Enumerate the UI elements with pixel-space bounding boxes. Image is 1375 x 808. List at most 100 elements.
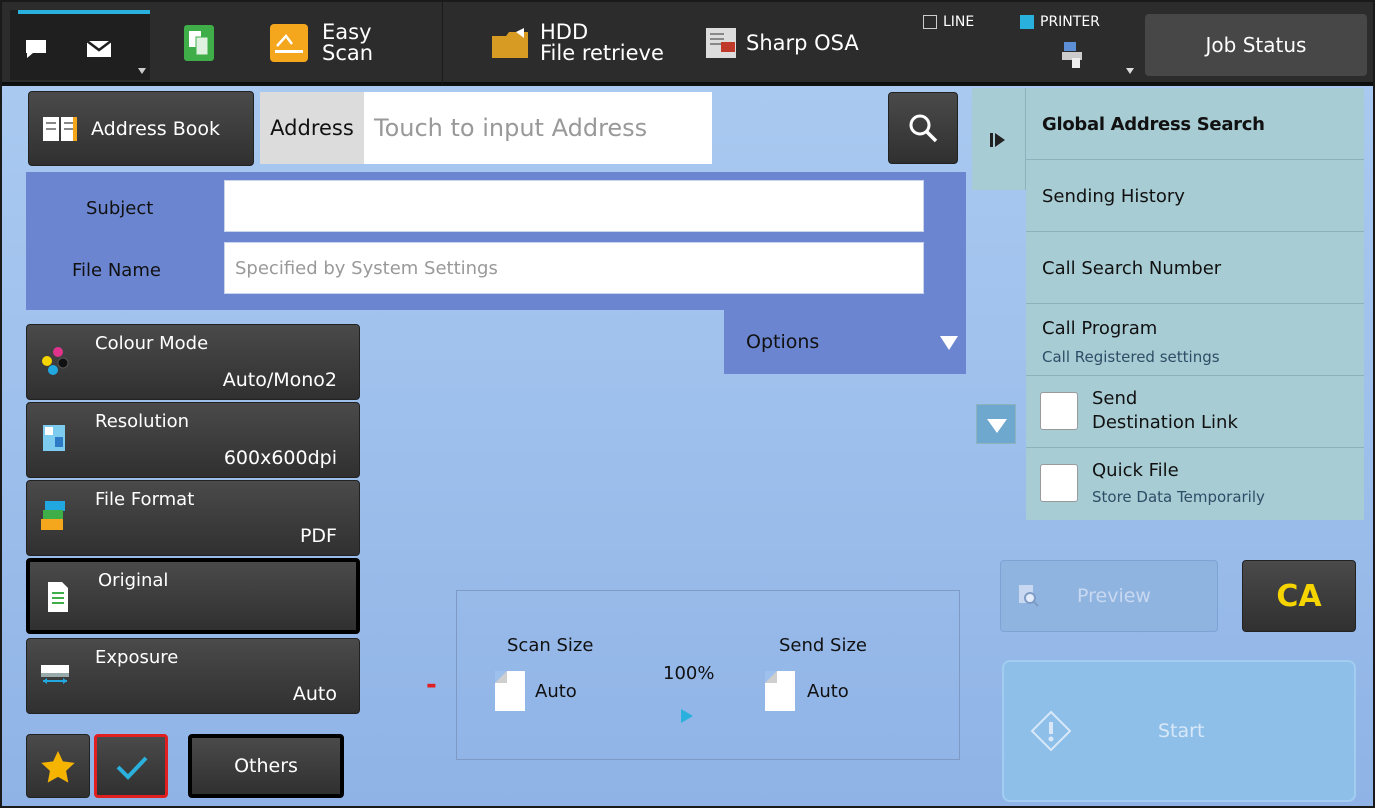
global-address-search-label: Global Address Search <box>1042 114 1265 135</box>
others-button[interactable]: Others <box>188 734 344 798</box>
file-name-field[interactable]: Specified by System Settings <box>224 242 924 294</box>
exposure-button[interactable]: Exposure Auto <box>26 638 360 714</box>
chat-icon[interactable] <box>24 38 48 60</box>
send-destination-link-item[interactable]: Send Destination Link <box>1026 376 1364 448</box>
hdd-file-retrieve-button[interactable]: HDD File retrieve <box>492 2 664 84</box>
call-program-item[interactable]: Call Program Call Registered settings <box>1026 304 1364 376</box>
job-status-button[interactable]: Job Status <box>1145 14 1367 76</box>
sending-history-label: Sending History <box>1042 186 1185 207</box>
start-button[interactable]: Start <box>1002 660 1356 802</box>
line-status-box <box>923 15 937 29</box>
call-search-number-label: Call Search Number <box>1042 258 1222 279</box>
resolution-title: Resolution <box>95 411 190 432</box>
send-destination-link-label-2: Destination Link <box>1092 412 1238 433</box>
favourite-button[interactable] <box>26 734 90 798</box>
colour-mode-icon <box>42 347 69 375</box>
app-frame: Easy Scan HDD File retrieve Sharp OSA LI… <box>2 2 1373 806</box>
original-button[interactable]: Original <box>26 558 360 634</box>
divider <box>442 2 443 84</box>
dropdown-arrow-icon <box>138 68 146 74</box>
scale-ratio: 100% <box>663 663 715 684</box>
colour-mode-title: Colour Mode <box>95 333 209 354</box>
printer-icon[interactable] <box>1062 42 1084 68</box>
easy-scan-button[interactable]: Easy Scan <box>270 2 373 84</box>
mail-icon[interactable] <box>86 40 112 58</box>
send-destination-link-label-1: Send <box>1092 388 1138 409</box>
call-program-sublabel: Call Registered settings <box>1042 348 1220 366</box>
search-button[interactable] <box>888 92 958 164</box>
star-icon <box>41 751 75 783</box>
checkmark-icon <box>116 756 148 780</box>
printer-label: PRINTER <box>1040 14 1100 30</box>
send-details-panel: Subject File Name Specified by System Se… <box>26 172 966 310</box>
message-area[interactable] <box>10 10 150 80</box>
top-bar: Easy Scan HDD File retrieve Sharp OSA LI… <box>2 2 1373 84</box>
folder-icon <box>492 28 528 58</box>
message-tab-highlight <box>18 10 76 14</box>
original-icon <box>48 582 68 612</box>
address-book-icon <box>43 116 77 141</box>
sharp-osa-label: Sharp OSA <box>746 30 859 55</box>
resolution-icon <box>43 425 65 451</box>
address-label: Address <box>260 92 364 164</box>
subject-field[interactable] <box>224 180 924 232</box>
scan-size-value: Auto <box>535 681 577 702</box>
panel-toggle-tab[interactable] <box>972 88 1026 190</box>
copy-mode-button[interactable] <box>184 2 214 84</box>
resolution-value: 600x600dpi <box>223 447 337 469</box>
subject-label: Subject <box>86 198 154 219</box>
file-format-value: PDF <box>299 525 337 547</box>
file-format-button[interactable]: File Format PDF <box>26 480 360 556</box>
clear-all-button[interactable]: CA <box>1242 560 1356 632</box>
exposure-value: Auto <box>292 683 337 705</box>
collapse-panel-icon <box>990 133 1005 147</box>
search-icon <box>909 114 938 143</box>
panel-scroll-down-button[interactable] <box>976 404 1016 444</box>
triangle-down-icon <box>940 336 958 350</box>
exposure-title: Exposure <box>95 647 179 668</box>
arrow-right-icon <box>681 709 693 723</box>
right-panel: Global Address Search Sending History Ca… <box>1026 88 1364 520</box>
exposure-minus-indicator: - <box>426 670 437 700</box>
quick-file-item[interactable]: Quick File Store Data Temporarily <box>1026 448 1364 520</box>
colour-mode-button[interactable]: Colour Mode Auto/Mono2 <box>26 324 360 400</box>
scan-size-label: Scan Size <box>507 635 594 656</box>
preview-icon <box>1019 585 1039 607</box>
easy-scan-icon <box>270 24 308 62</box>
file-format-icon <box>41 501 65 530</box>
original-title: Original <box>98 570 169 591</box>
call-search-number-item[interactable]: Call Search Number <box>1026 232 1364 304</box>
file-name-label: File Name <box>72 260 161 281</box>
address-input[interactable]: Touch to input Address <box>364 92 712 164</box>
preview-button[interactable]: Preview <box>1000 560 1218 632</box>
scan-size-document-icon <box>495 671 525 711</box>
line-label: LINE <box>943 14 975 30</box>
printer-dropdown-icon <box>1126 68 1134 74</box>
printer-indicator: PRINTER <box>1020 14 1100 30</box>
confirm-check-button[interactable] <box>94 734 168 798</box>
send-size-label: Send Size <box>779 635 868 656</box>
start-icon <box>1030 710 1072 752</box>
quick-file-checkbox[interactable] <box>1040 464 1078 502</box>
file-format-title: File Format <box>95 489 195 510</box>
easy-scan-label: Easy Scan <box>322 20 374 65</box>
address-book-button[interactable]: Address Book <box>28 91 254 166</box>
colour-mode-value: Auto/Mono2 <box>222 369 337 391</box>
options-label: Options <box>746 331 820 353</box>
sharp-osa-button[interactable]: Sharp OSA <box>706 2 859 84</box>
resolution-button[interactable]: Resolution 600x600dpi <box>26 402 360 478</box>
file-retrieve-label: File retrieve <box>540 41 664 65</box>
copy-icon <box>184 25 214 61</box>
address-book-label: Address Book <box>91 117 220 140</box>
mail-tab-highlight <box>76 10 150 14</box>
preview-label: Preview <box>1077 585 1151 607</box>
global-address-search-item[interactable]: Global Address Search <box>1026 88 1364 160</box>
start-label: Start <box>1158 720 1205 742</box>
call-program-label: Call Program <box>1042 318 1158 339</box>
line-indicator: LINE <box>923 14 974 30</box>
options-button[interactable]: Options <box>724 310 966 374</box>
exposure-icon <box>41 665 69 684</box>
sharp-osa-icon <box>706 28 736 58</box>
send-destination-link-checkbox[interactable] <box>1040 392 1078 430</box>
sending-history-item[interactable]: Sending History <box>1026 160 1364 232</box>
